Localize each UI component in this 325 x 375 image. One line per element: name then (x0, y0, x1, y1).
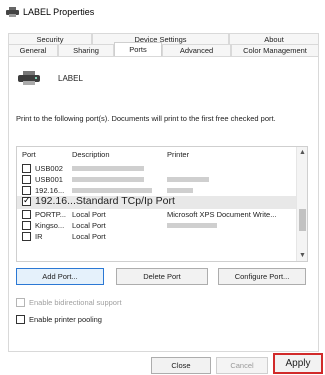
column-port[interactable]: Port (22, 150, 36, 159)
port-description: Local Port (72, 210, 106, 219)
port-name: IR (35, 232, 43, 241)
port-checkbox[interactable] (22, 186, 31, 195)
ports-list-header: Port Description Printer (17, 147, 297, 161)
table-row[interactable]: Kingso... Local Port (17, 220, 297, 231)
ports-description: Print to the following port(s). Document… (16, 114, 276, 123)
title-bar: LABEL Properties (0, 0, 325, 24)
table-row[interactable]: IR Local Port (17, 231, 297, 242)
bidirectional-option[interactable]: Enable bidirectional support (16, 298, 122, 307)
pooling-label: Enable printer pooling (29, 315, 102, 324)
column-description[interactable]: Description (72, 150, 110, 159)
redacted-printer (167, 177, 209, 182)
scroll-up-icon[interactable]: ▲ (297, 147, 307, 158)
port-name: USB002 (35, 164, 63, 173)
redacted-printer (167, 223, 217, 228)
table-row[interactable]: USB002 (17, 163, 297, 174)
port-name: PORTP... (35, 210, 66, 219)
redacted-description (72, 188, 152, 193)
port-checkbox[interactable] (22, 221, 31, 230)
apply-button[interactable]: Apply (273, 353, 323, 374)
printer-large-icon (18, 71, 40, 85)
tab-advanced[interactable]: Advanced (162, 44, 231, 56)
tab-row-bottom: General Sharing Ports Advanced Color Man… (8, 42, 319, 56)
bidirectional-label: Enable bidirectional support (29, 298, 122, 307)
port-description: Local Port (72, 221, 106, 230)
table-row[interactable]: PORTP... Local Port Microsoft XPS Docume… (17, 209, 297, 220)
redacted-printer (167, 188, 193, 193)
ports-list-scrollbar[interactable]: ▲ ▼ (296, 147, 307, 261)
scroll-down-icon[interactable]: ▼ (297, 250, 307, 261)
pooling-option[interactable]: Enable printer pooling (16, 315, 102, 324)
delete-port-button[interactable]: Delete Port (116, 268, 208, 285)
scroll-thumb[interactable] (299, 209, 306, 231)
configure-port-button[interactable]: Configure Port... (218, 268, 306, 285)
port-name: USB001 (35, 175, 63, 184)
port-printer: Microsoft XPS Document Write... (167, 210, 277, 219)
port-checkbox[interactable] (22, 164, 31, 173)
port-description: Local Port (72, 232, 106, 241)
ports-list[interactable]: Port Description Printer USB002 USB001 1… (16, 146, 308, 262)
tab-ports[interactable]: Ports (114, 42, 162, 56)
tab-general[interactable]: General (8, 44, 58, 56)
printer-icon (6, 7, 19, 17)
bidirectional-checkbox[interactable] (16, 298, 25, 307)
pooling-checkbox[interactable] (16, 315, 25, 324)
redacted-description (72, 166, 144, 171)
port-name: Kingso... (35, 221, 65, 230)
close-button[interactable]: Close (151, 357, 211, 374)
port-name: 192.16... (35, 186, 65, 195)
cancel-button[interactable]: Cancel (216, 357, 268, 374)
printer-name: LABEL (58, 74, 83, 83)
table-row[interactable]: USB001 (17, 174, 297, 185)
table-row[interactable]: 192.16...Standard TCp/Ip Port (17, 195, 297, 209)
tab-color-management[interactable]: Color Management (231, 44, 319, 56)
add-port-button[interactable]: Add Port... (16, 268, 104, 285)
port-checkbox[interactable] (22, 195, 31, 206)
window-title: LABEL Properties (23, 7, 95, 17)
redacted-description (72, 177, 144, 182)
port-checkbox[interactable] (22, 210, 31, 219)
port-checkbox[interactable] (22, 175, 31, 184)
port-checkbox[interactable] (22, 232, 31, 241)
tab-sharing[interactable]: Sharing (58, 44, 114, 56)
port-name: 192.16...Standard TCp/Ip Port (35, 195, 175, 207)
column-printer[interactable]: Printer (167, 150, 189, 159)
